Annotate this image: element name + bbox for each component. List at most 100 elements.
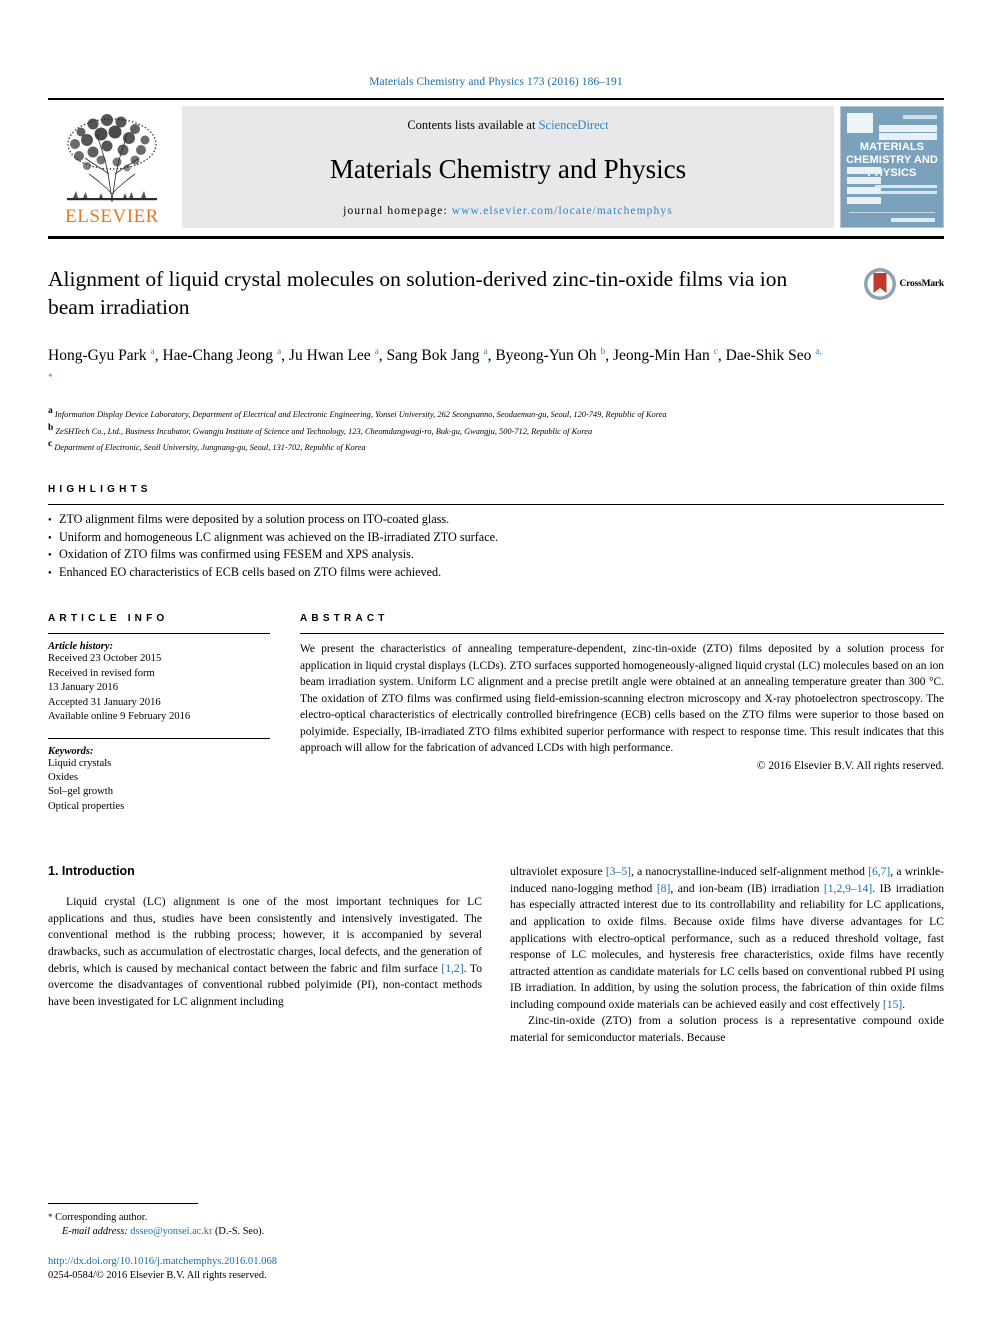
journal-banner: Contents lists available at ScienceDirec… <box>182 106 834 228</box>
email-label: E-mail address: <box>62 1226 131 1237</box>
cover-bar <box>847 177 881 184</box>
body-right-column: ultraviolet exposure [3–5], a nanocrysta… <box>510 864 944 1047</box>
abstract-copyright: © 2016 Elsevier B.V. All rights reserved… <box>756 760 944 773</box>
keyword-item: Optical properties <box>48 800 125 812</box>
cover-bar <box>879 133 937 140</box>
author-name: Byeong-Yun Oh b <box>495 347 606 365</box>
body-paragraph: Zinc-tin-oxide (ZTO) from a solution pro… <box>510 1014 944 1045</box>
homepage-url-link[interactable]: www.elsevier.com/locate/matchemphys <box>452 205 673 217</box>
footnote-rule <box>48 1203 198 1204</box>
article-history-item: Received in revised form <box>48 667 155 679</box>
author-name: Hong-Gyu Park a <box>48 347 155 365</box>
cover-title-text: MATERIALS CHEMISTRY AND PHYSICS <box>846 141 938 179</box>
elsevier-tree-icon <box>57 114 167 206</box>
article-history-list: Received 23 October 2015 Received in revi… <box>48 652 270 724</box>
author-separator: , <box>378 347 387 365</box>
affiliation: c Department of Electronic, Seoil Univer… <box>48 438 822 454</box>
crossmark-badge[interactable]: CrossMark <box>836 265 944 454</box>
journal-cover-thumbnail: MATERIALS CHEMISTRY AND PHYSICS <box>840 106 944 228</box>
elsevier-wordmark: ELSEVIER <box>65 206 159 227</box>
cover-divider <box>849 212 935 213</box>
citation-link[interactable]: [15] <box>883 998 902 1011</box>
email-line: E-mail address: dsseo@yonsei.ac.kr (D.-S… <box>48 1225 478 1239</box>
sciencedirect-link[interactable]: ScienceDirect <box>539 118 609 132</box>
running-head: Materials Chemistry and Physics 173 (201… <box>369 76 623 88</box>
body-columns: 1. Introduction Liquid crystal (LC) alig… <box>48 864 944 1047</box>
cover-subline <box>875 191 937 194</box>
keyword-item: Sol–gel growth <box>48 786 114 798</box>
article-history-item: Available online 9 February 2016 <box>48 711 191 723</box>
author-name: Ju Hwan Lee a <box>288 347 379 365</box>
doi-link[interactable]: http://dx.doi.org/10.1016/j.matchemphys.… <box>48 1255 478 1269</box>
contents-prefix: Contents lists available at <box>407 118 539 132</box>
body-paragraph: Liquid crystal (LC) alignment is one of … <box>48 895 482 1008</box>
crossmark-label: CrossMark <box>899 279 945 289</box>
cover-bar <box>847 187 881 194</box>
cover-bar <box>879 125 937 132</box>
citation-link[interactable]: [1,2] <box>441 962 463 975</box>
issn-copyright: 0254-0584/© 2016 Elsevier B.V. All right… <box>48 1270 267 1281</box>
citation-link[interactable]: [3–5] <box>606 865 631 878</box>
article-history-item: Received 23 October 2015 <box>48 653 162 665</box>
author-name: Jeong-Min Han c <box>612 347 718 365</box>
title-block: Alignment of liquid crystal molecules on… <box>48 265 944 454</box>
homepage-label: journal homepage: <box>343 205 452 217</box>
cover-footer-mark <box>891 218 935 222</box>
article-info-label: ARTICLE INFO <box>48 613 169 625</box>
author-separator: , <box>605 347 613 365</box>
keyword-item: Liquid crystals <box>48 757 112 769</box>
highlight-item: Enhanced EO characteristics of ECB cells… <box>48 564 944 582</box>
body-paragraph: ultraviolet exposure [3–5], a nanocrysta… <box>510 865 944 1011</box>
article-page: Materials Chemistry and Physics 173 (201… <box>0 0 992 1323</box>
affiliation-list: a Information Display Device Laboratory,… <box>48 405 822 454</box>
keyword-item: Oxides <box>48 771 79 783</box>
corresponding-author-text: Corresponding author. <box>55 1212 148 1223</box>
info-abstract-row: ARTICLE INFO Article history: Received 2… <box>48 613 944 814</box>
affiliation-text: Information Display Device Laboratory, D… <box>52 410 667 420</box>
contents-line: Contents lists available at ScienceDirec… <box>407 118 608 133</box>
highlights-section: HIGHLIGHTS ZTO alignment films were depo… <box>48 484 944 581</box>
highlights-label: HIGHLIGHTS <box>48 484 152 496</box>
masthead-bottom-rule <box>48 236 944 239</box>
affiliation: a Information Display Device Laboratory,… <box>48 405 822 421</box>
highlight-item: Oxidation of ZTO films was confirmed usi… <box>48 546 944 564</box>
email-link[interactable]: dsseo@yonsei.ac.kr <box>130 1226 212 1237</box>
author-list: Hong-Gyu Park a, Hae-Chang Jeong a, Ju H… <box>48 341 822 393</box>
highlight-item: ZTO alignment films were deposited by a … <box>48 511 944 529</box>
corresponding-author-line: * Corresponding author. <box>48 1210 478 1225</box>
citation-link[interactable]: [1,2,9–14] <box>824 882 872 895</box>
citation-link[interactable]: [8] <box>657 882 671 895</box>
article-history-item: 13 January 2016 <box>48 682 119 694</box>
left-paragraphs: Liquid crystal (LC) alignment is one of … <box>48 894 482 1010</box>
footnote-block: * Corresponding author. E-mail address: … <box>48 1203 478 1283</box>
keywords-label: Keywords: <box>48 745 94 757</box>
cover-bar <box>847 167 881 174</box>
header-rule <box>48 98 944 100</box>
section-heading-introduction: 1. Introduction <box>48 864 135 879</box>
journal-title: Materials Chemistry and Physics <box>329 153 687 184</box>
cover-elsevier-mark <box>847 113 873 133</box>
journal-homepage-line: journal homepage: www.elsevier.com/locat… <box>343 205 673 217</box>
article-info-column: ARTICLE INFO Article history: Received 2… <box>48 613 300 814</box>
elsevier-logo: ELSEVIER <box>48 106 176 228</box>
article-history-label: Article history: <box>48 641 114 653</box>
asterisk-icon: * <box>48 1212 53 1222</box>
page-title: Alignment of liquid crystal molecules on… <box>48 267 788 319</box>
article-history-item: Accepted 31 January 2016 <box>48 696 161 708</box>
author-separator: , <box>717 347 726 365</box>
abstract-column: ABSTRACT We present the characteristics … <box>300 613 944 814</box>
affiliation-text: Department of Electronic, Seoil Universi… <box>52 442 366 452</box>
cover-subline <box>875 185 937 188</box>
cover-bar <box>847 197 881 204</box>
author-separator: , <box>281 347 289 365</box>
keywords-list: Liquid crystals Oxides Sol–gel growth Optic… <box>48 757 270 815</box>
author-name: Sang Bok Jang a <box>386 347 488 365</box>
affiliation: b ZeSHTech Co., Ltd., Business Incubator… <box>48 422 822 438</box>
cover-issn-mark <box>903 115 937 119</box>
author-name: Hae-Chang Jeong a <box>162 347 282 365</box>
affiliation-text: ZeSHTech Co., Ltd., Business Incubator, … <box>53 426 593 436</box>
right-paragraphs: ultraviolet exposure [3–5], a nanocrysta… <box>510 864 944 1047</box>
journal-masthead: ELSEVIER Contents lists available at Sci… <box>48 106 944 228</box>
citation-link[interactable]: [6,7] <box>868 865 890 878</box>
body-left-column: 1. Introduction Liquid crystal (LC) alig… <box>48 864 482 1047</box>
